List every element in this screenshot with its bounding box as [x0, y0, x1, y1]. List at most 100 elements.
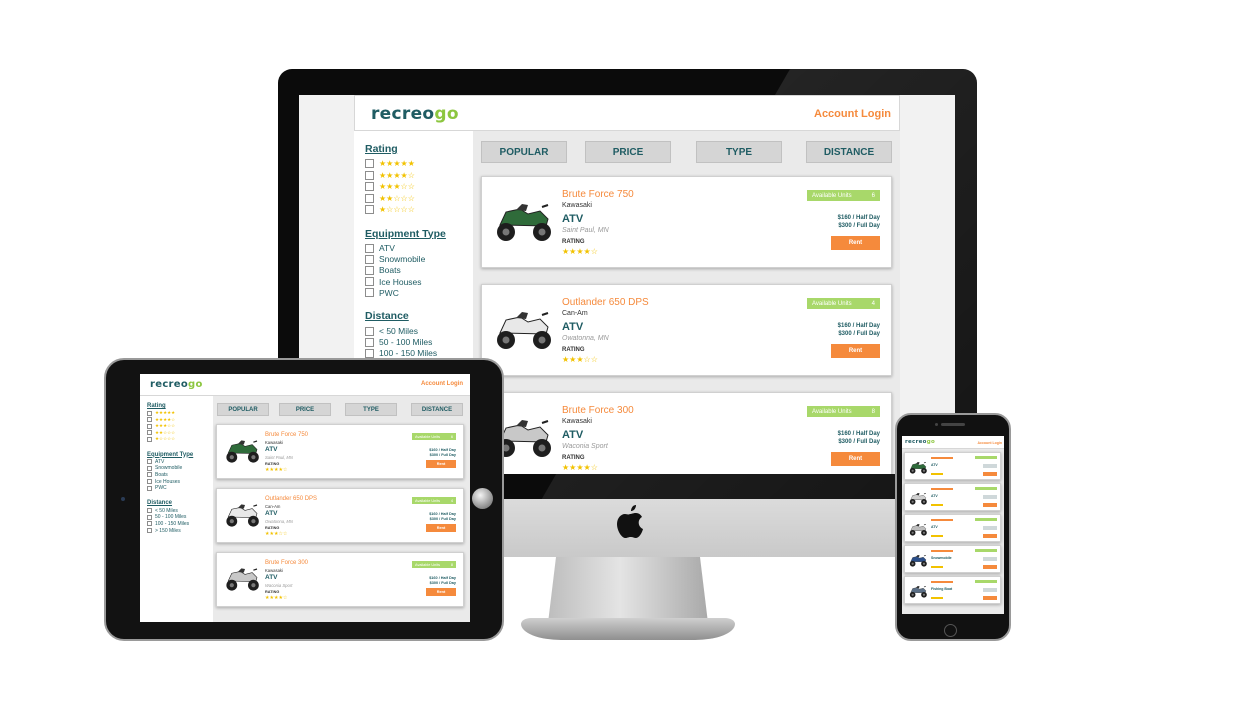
checkbox[interactable] — [147, 436, 152, 442]
listing-card[interactable]: Brute Force 300 Kawasaki ATV Waconia Sport R… — [481, 392, 892, 474]
checkbox[interactable] — [365, 205, 374, 215]
vehicle-thumbnail — [488, 195, 558, 250]
type-option-atv[interactable]: ATV — [147, 459, 213, 466]
listing-title[interactable]: Brute Force 300 — [265, 560, 308, 566]
rent-button[interactable] — [983, 503, 997, 507]
checkbox[interactable] — [147, 514, 152, 520]
checkbox[interactable] — [147, 417, 152, 423]
phone-home-button[interactable] — [944, 624, 957, 637]
sort-tab-popular[interactable]: POPULAR — [481, 141, 567, 163]
rating-option-2[interactable]: ★★☆☆☆ — [365, 193, 473, 205]
account-login-link[interactable]: Account Login — [814, 108, 891, 120]
listing-title-placeholder — [931, 488, 953, 490]
listing-title[interactable]: Outlander 650 DPS — [265, 496, 317, 502]
checkbox[interactable] — [365, 337, 374, 347]
listing-card[interactable]: Snowmobile — [904, 545, 1001, 573]
site-logo[interactable]: recreogo — [905, 439, 935, 445]
checkbox[interactable] — [365, 326, 374, 336]
rating-option-4[interactable]: ★★★★☆ — [365, 170, 473, 182]
checkbox[interactable] — [365, 243, 374, 253]
checkbox[interactable] — [147, 459, 152, 465]
distance-option-3[interactable]: 100 - 150 Miles — [147, 521, 213, 528]
type-option-snowmobile[interactable]: Snowmobile — [365, 254, 473, 265]
sort-tab-popular[interactable]: POPULAR — [217, 403, 269, 416]
distance-option-4[interactable]: > 150 Miles — [147, 527, 213, 534]
checkbox[interactable] — [365, 288, 374, 298]
type-option-ice-houses[interactable]: Ice Houses — [147, 478, 213, 485]
type-option-pwc[interactable]: PWC — [147, 485, 213, 492]
checkbox[interactable] — [365, 170, 374, 180]
listing-card[interactable]: Brute Force 300 Kawasaki ATV Waconia Sport R… — [216, 552, 464, 607]
ipad-home-button[interactable] — [472, 488, 493, 509]
listing-card[interactable]: Fishing Boat — [904, 576, 1001, 604]
rent-button[interactable] — [983, 565, 997, 569]
checkbox[interactable] — [147, 465, 152, 471]
checkbox[interactable] — [365, 193, 374, 203]
listing-card[interactable]: Outlander 650 DPS Can-Am ATV Owatonna, MN RA… — [216, 488, 464, 543]
listing-title[interactable]: Brute Force 300 — [562, 405, 634, 416]
sort-tab-distance[interactable]: DISTANCE — [806, 141, 892, 163]
available-units-badge: Available Units 4 — [807, 298, 880, 309]
type-option-pwc[interactable]: PWC — [365, 287, 473, 298]
sort-tab-type[interactable]: TYPE — [696, 141, 782, 163]
checkbox[interactable] — [147, 410, 152, 416]
checkbox[interactable] — [147, 423, 152, 429]
type-option-snowmobile[interactable]: Snowmobile — [147, 465, 213, 472]
listing-card[interactable]: ATV — [904, 452, 1001, 480]
rent-button[interactable] — [983, 472, 997, 476]
checkbox[interactable] — [147, 472, 152, 478]
distance-option-2[interactable]: 50 - 100 Miles — [365, 337, 473, 348]
checkbox[interactable] — [147, 521, 152, 527]
rating-option-5[interactable]: ★★★★★ — [365, 158, 473, 170]
distance-option-1[interactable]: < 50 Miles — [365, 325, 473, 336]
rating-option-3[interactable]: ★★★☆☆ — [365, 181, 473, 193]
sort-tab-price[interactable]: PRICE — [585, 141, 671, 163]
checkbox[interactable] — [365, 348, 374, 358]
site-logo[interactable]: recreogo — [150, 379, 203, 390]
checkbox[interactable] — [147, 508, 152, 514]
account-login-link[interactable]: Account Login — [978, 441, 1003, 445]
checkbox[interactable] — [365, 265, 374, 275]
site-logo[interactable]: recreogo — [371, 104, 459, 124]
type-option-atv[interactable]: ATV — [365, 243, 473, 254]
rating-option-1[interactable]: ★☆☆☆☆ — [147, 436, 213, 443]
imac-stand-neck — [548, 557, 708, 623]
checkbox[interactable] — [365, 277, 374, 287]
atv-icon — [226, 568, 259, 591]
listing-title[interactable]: Brute Force 750 — [562, 189, 634, 200]
checkbox[interactable] — [365, 254, 374, 264]
sort-tab-distance[interactable]: DISTANCE — [411, 403, 463, 416]
rent-button[interactable]: Rent — [426, 588, 456, 596]
listing-title[interactable]: Brute Force 750 — [265, 432, 308, 438]
checkbox[interactable] — [147, 479, 152, 485]
listing-card[interactable]: Brute Force 750 Kawasaki ATV Saint Paul, MN… — [216, 424, 464, 479]
rent-button[interactable]: Rent — [426, 460, 456, 468]
full-day-price: $300 / Full Day — [429, 581, 456, 585]
rent-button[interactable]: Rent — [426, 524, 456, 532]
rent-button[interactable]: Rent — [831, 344, 880, 358]
sort-tab-type[interactable]: TYPE — [345, 403, 397, 416]
rating-option-1[interactable]: ★☆☆☆☆ — [365, 204, 473, 216]
checkbox[interactable] — [147, 528, 152, 534]
checkbox[interactable] — [147, 430, 152, 436]
type-option-boats[interactable]: Boats — [365, 265, 473, 276]
checkbox[interactable] — [365, 159, 374, 169]
checkbox[interactable] — [365, 182, 374, 192]
rent-button[interactable] — [983, 596, 997, 600]
listing-card[interactable]: Outlander 650 DPS Can-Am ATV Owatonna, MN RA… — [481, 284, 892, 376]
distance-option-1[interactable]: < 50 Miles — [147, 507, 213, 514]
type-option-boats[interactable]: Boats — [147, 472, 213, 479]
listing-card[interactable]: ATV — [904, 483, 1001, 511]
listing-card[interactable]: Brute Force 750 Kawasaki ATV Saint Paul, MN… — [481, 176, 892, 268]
checkbox[interactable] — [147, 485, 152, 491]
distance-option-2[interactable]: 50 - 100 Miles — [147, 514, 213, 521]
available-units-badge — [975, 580, 997, 583]
listing-title[interactable]: Outlander 650 DPS — [562, 297, 649, 308]
sort-tab-price[interactable]: PRICE — [279, 403, 331, 416]
type-option-ice-houses[interactable]: Ice Houses — [365, 276, 473, 287]
account-login-link[interactable]: Account Login — [421, 381, 463, 387]
rent-button[interactable] — [983, 534, 997, 538]
rent-button[interactable]: Rent — [831, 452, 880, 466]
rent-button[interactable]: Rent — [831, 236, 880, 250]
listing-card[interactable]: ATV — [904, 514, 1001, 542]
